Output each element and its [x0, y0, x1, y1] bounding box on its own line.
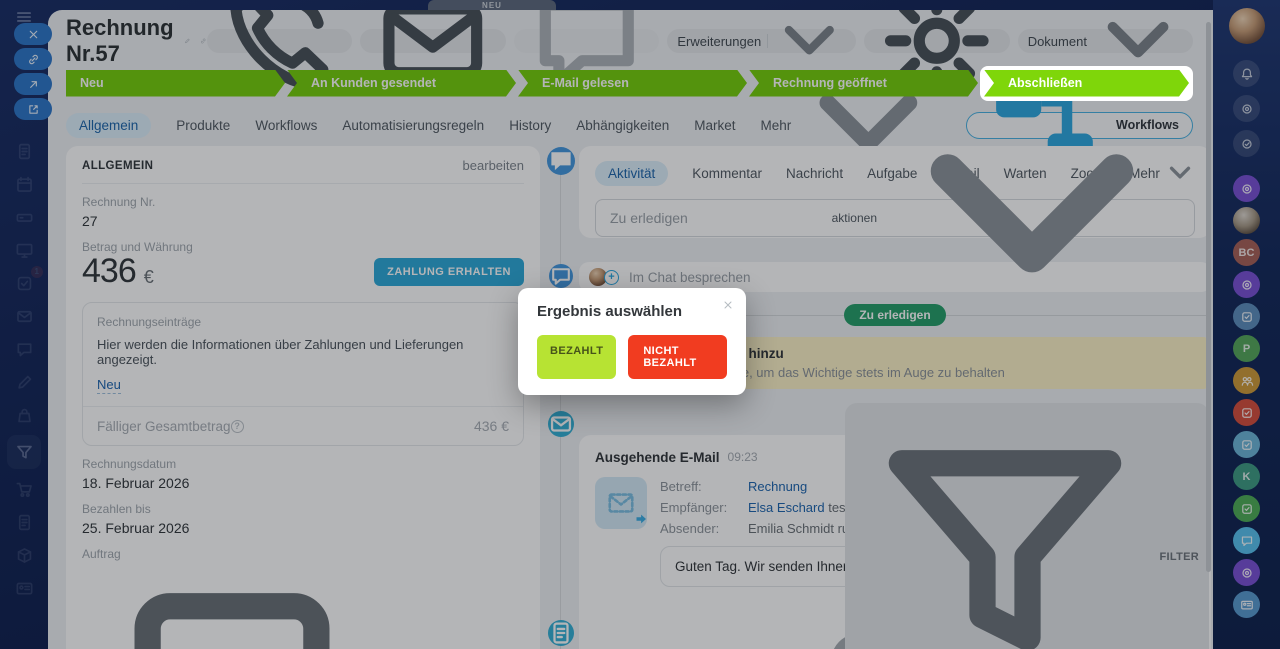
- stage-abschliessen[interactable]: Abschließen: [984, 70, 1189, 97]
- result-select-popup: Ergebnis auswählen BEZAHLT NICHT BEZAHLT: [518, 288, 746, 395]
- popup-title: Ergebnis auswählen: [537, 303, 683, 320]
- stage-highlight-frame: Abschließen: [980, 65, 1193, 101]
- bitrix24-invoice-slider: 1 NEU Rechnung Nr.57 Erweiterungen Dokum…: [0, 0, 1280, 649]
- close-icon[interactable]: [722, 299, 734, 311]
- paid-button[interactable]: BEZAHLT: [537, 335, 617, 379]
- not-paid-button[interactable]: NICHT BEZAHLT: [628, 335, 727, 379]
